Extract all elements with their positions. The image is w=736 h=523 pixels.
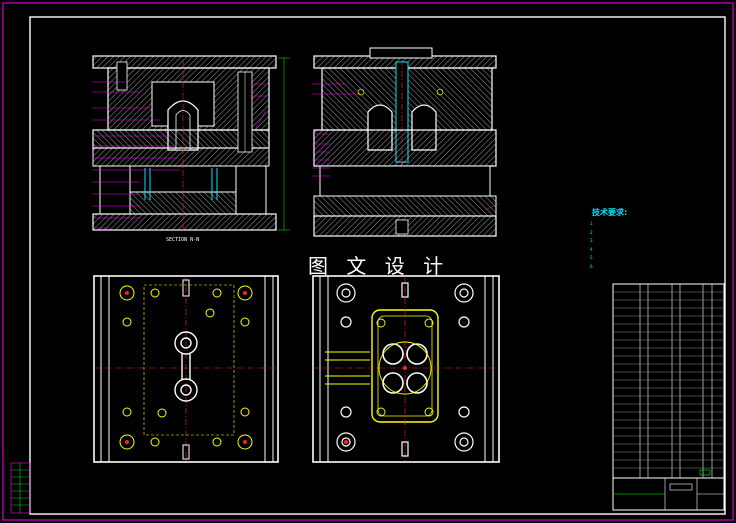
tech-req-item: 2. [590, 229, 594, 235]
moving-half-plan-view [93, 275, 279, 463]
technical-requirements-list: 1. 2. 3. 4. 5. 6. [590, 220, 594, 271]
parts-list-table [612, 283, 725, 511]
technical-requirements-title: 技术要求: [592, 208, 628, 217]
watermark-text: 图 文 设 计 [308, 254, 450, 278]
tech-req-item: 3. [590, 238, 594, 243]
tech-req-item: 6. [590, 263, 594, 269]
fixed-half-plan-view [312, 275, 500, 463]
side-section-view [312, 47, 499, 237]
tech-req-item: 4. [590, 246, 594, 252]
tech-req-item: 1. [590, 221, 594, 226]
front-section-view [92, 55, 290, 232]
section-label: SECTION N-N [166, 237, 200, 243]
tech-req-item: 5. [590, 255, 594, 260]
